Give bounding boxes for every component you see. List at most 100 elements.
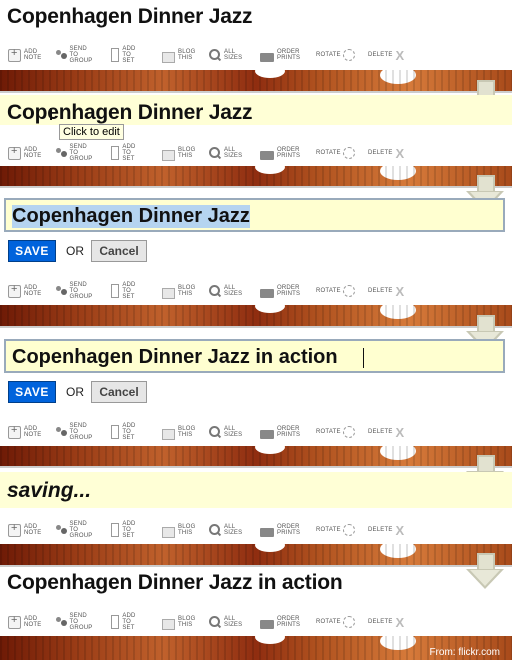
delete-button[interactable]: DELETE X	[368, 423, 404, 441]
set-icon	[111, 48, 120, 62]
blog-this-button[interactable]: BLOG THIS	[162, 613, 195, 631]
add-to-set-button[interactable]: ADD TO SET	[111, 282, 138, 300]
blog-icon	[162, 149, 175, 161]
blog-this-button[interactable]: BLOG THIS	[162, 423, 195, 441]
send-to-group-button[interactable]: SEND TO GROUP	[55, 144, 94, 162]
order-prints-button[interactable]: ORDER PRINTS	[260, 613, 300, 631]
add-to-set-button[interactable]: ADD TO SET	[111, 423, 138, 441]
delete-x-icon: X	[395, 47, 405, 63]
down-arrow-icon	[466, 553, 504, 591]
delete-button[interactable]: DELETE X	[368, 282, 404, 300]
add-note-icon	[8, 283, 21, 298]
group-icon	[55, 285, 68, 298]
add-note-icon	[8, 424, 21, 439]
add-note-button[interactable]: ADDNOTE	[8, 423, 41, 441]
add-note-icon	[8, 145, 21, 160]
group-icon	[55, 524, 68, 537]
photo-strip	[0, 299, 512, 327]
add-note-button[interactable]: ADDNOTE	[8, 613, 41, 631]
delete-button[interactable]: DELETE X	[368, 46, 404, 64]
blog-this-button[interactable]: BLOG THIS	[162, 521, 195, 539]
magnifier-icon	[208, 48, 221, 62]
photo-strip	[0, 538, 512, 566]
add-to-set-button[interactable]: ADD TO SET	[111, 521, 138, 539]
text-cursor-icon	[50, 108, 52, 120]
all-sizes-button[interactable]: ALL SIZES	[208, 282, 242, 300]
blog-this-button[interactable]: BLOG THIS	[162, 144, 195, 162]
order-prints-button[interactable]: ORDER PRINTS	[260, 282, 300, 300]
send-to-group-button[interactable]: SEND TO GROUP	[55, 521, 94, 539]
photo-strip	[0, 64, 512, 92]
add-to-set-button[interactable]: ADD TO SET	[111, 144, 138, 162]
blog-icon	[162, 428, 175, 440]
send-to-group-button[interactable]: SEND TO GROUP	[55, 46, 94, 64]
rotate-icon	[342, 524, 355, 536]
prints-icon	[260, 52, 274, 62]
add-note-icon	[8, 522, 21, 537]
rotate-icon	[342, 426, 355, 438]
add-note-button[interactable]: ADDNOTE	[8, 282, 41, 300]
prints-icon	[260, 429, 274, 439]
delete-button[interactable]: DELETE X	[368, 521, 404, 539]
rotate-button[interactable]: ROTATE	[316, 613, 358, 631]
frame-1: Copenhagen Dinner Jazz ADDNOTE SEND TOGR…	[0, 0, 512, 92]
blog-icon	[162, 618, 175, 630]
send-to-group-button[interactable]: SEND TO GROUP	[55, 613, 94, 631]
title-input-value: Copenhagen Dinner Jazz	[12, 205, 250, 228]
photo-title[interactable]: Copenhagen Dinner Jazz	[7, 5, 253, 29]
rotate-icon	[342, 285, 355, 297]
cancel-button[interactable]: Cancel	[91, 381, 147, 403]
set-icon	[111, 146, 120, 160]
order-prints-button[interactable]: ORDER PRINTS	[260, 521, 300, 539]
photo-strip	[0, 440, 512, 468]
title-edit-input[interactable]: Copenhagen Dinner Jazz in action	[4, 339, 505, 373]
all-sizes-button[interactable]: ALL SIZES	[208, 46, 242, 64]
delete-button[interactable]: DELETE X	[368, 613, 404, 631]
add-note-button[interactable]: ADDNOTE	[8, 46, 41, 64]
group-icon	[55, 147, 68, 160]
rotate-button[interactable]: ROTATE	[316, 521, 358, 539]
all-sizes-button[interactable]: ALL SIZES	[208, 144, 242, 162]
add-note-button[interactable]: ADDNOTE	[8, 521, 41, 539]
all-sizes-button[interactable]: ALL SIZES	[208, 613, 242, 631]
order-prints-button[interactable]: ORDER PRINTS	[260, 423, 300, 441]
add-to-set-button[interactable]: ADD TO SET	[111, 613, 138, 631]
send-to-group-button[interactable]: SEND TO GROUP	[55, 282, 94, 300]
or-label: OR	[66, 244, 84, 258]
add-to-set-button[interactable]: ADD TO SET	[111, 46, 138, 64]
blog-this-button[interactable]: BLOG THIS	[162, 282, 195, 300]
blog-icon	[162, 51, 175, 63]
rotate-button[interactable]: ROTATE	[316, 282, 358, 300]
source-credit: From: flickr.com	[429, 647, 500, 658]
set-icon	[111, 284, 120, 298]
prints-icon	[260, 150, 274, 160]
add-note-button[interactable]: ADDNOTE	[8, 144, 41, 162]
rotate-icon	[342, 49, 355, 61]
rotate-button[interactable]: ROTATE	[316, 144, 358, 162]
all-sizes-button[interactable]: ALL SIZES	[208, 423, 242, 441]
photo-title-updated[interactable]: Copenhagen Dinner Jazz in action	[7, 571, 343, 595]
set-icon	[111, 425, 120, 439]
blog-icon	[162, 287, 175, 299]
divider	[0, 186, 512, 188]
save-button[interactable]: SAVE	[8, 381, 56, 403]
rotate-button[interactable]: ROTATE	[316, 46, 358, 64]
cancel-button[interactable]: Cancel	[91, 240, 147, 262]
blog-icon	[162, 526, 175, 538]
rotate-button[interactable]: ROTATE	[316, 423, 358, 441]
rotate-icon	[342, 147, 355, 159]
send-to-group-button[interactable]: SEND TO GROUP	[55, 423, 94, 441]
all-sizes-button[interactable]: ALL SIZES	[208, 521, 242, 539]
divider	[0, 466, 512, 468]
order-prints-button[interactable]: ORDER PRINTS	[260, 46, 300, 64]
magnifier-icon	[208, 284, 221, 298]
delete-x-icon: X	[395, 145, 405, 161]
set-icon	[111, 523, 120, 537]
prints-icon	[260, 619, 274, 629]
delete-button[interactable]: DELETE X	[368, 144, 404, 162]
rotate-icon	[342, 616, 355, 628]
save-button[interactable]: SAVE	[8, 240, 56, 262]
photo-title-hover[interactable]: Copenhagen Dinner Jazz	[7, 101, 253, 125]
blog-this-button[interactable]: BLOG THIS	[162, 46, 195, 64]
title-edit-input[interactable]: Copenhagen Dinner Jazz	[4, 198, 505, 232]
